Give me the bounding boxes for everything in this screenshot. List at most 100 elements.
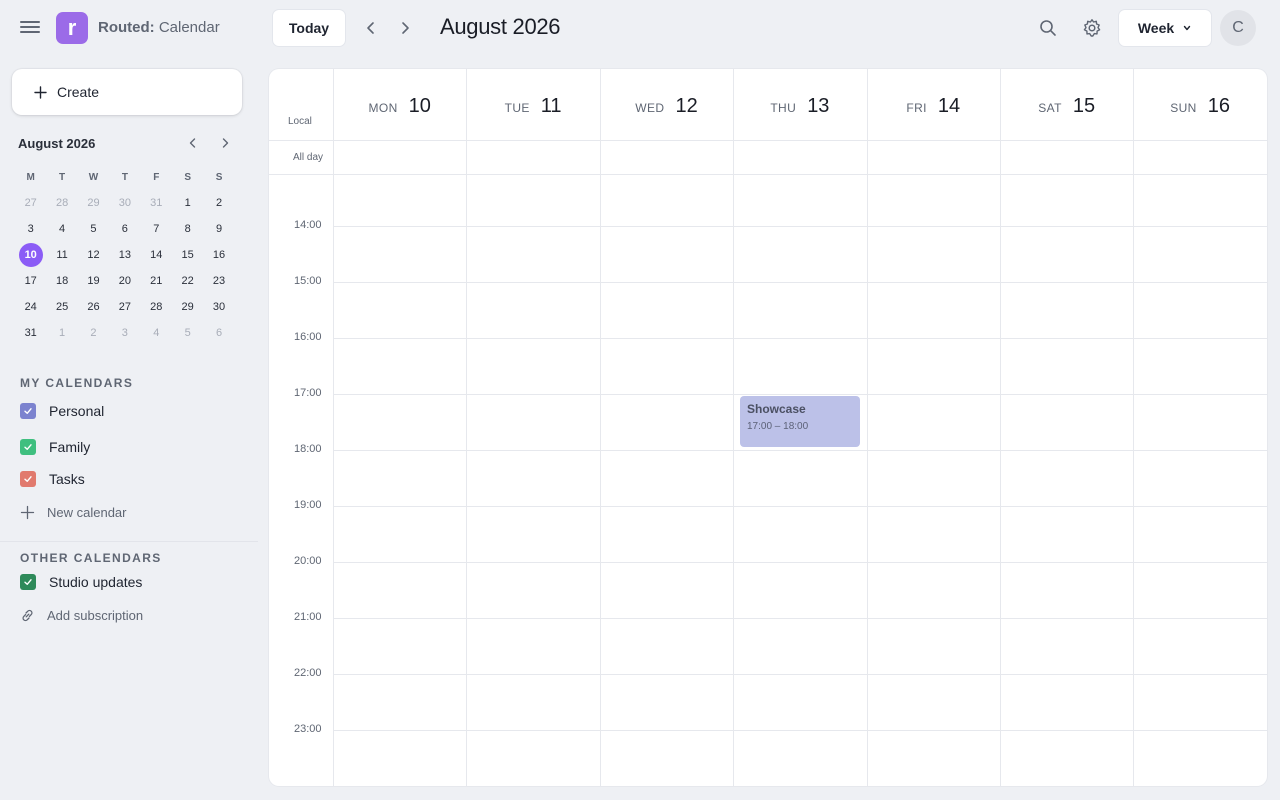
calendar-checkbox[interactable] bbox=[20, 574, 36, 590]
mini-calendar-day[interactable]: 4 bbox=[46, 217, 77, 241]
search-icon[interactable] bbox=[1038, 18, 1058, 38]
day-header-mon[interactable]: MON 10 bbox=[333, 95, 466, 118]
hour-label: 16:00 bbox=[294, 331, 322, 343]
app-brand: Routed: bbox=[98, 19, 155, 36]
all-day-label: All day bbox=[293, 152, 324, 163]
calendar-item-tasks[interactable]: Tasks bbox=[20, 471, 85, 487]
mini-calendar-day[interactable]: 1 bbox=[46, 321, 77, 345]
selected-day-marker: 10 bbox=[18, 243, 43, 267]
chevron-right-icon[interactable] bbox=[218, 136, 232, 150]
create-button[interactable]: Create bbox=[12, 69, 242, 115]
mini-calendar-day[interactable]: 13 bbox=[109, 243, 140, 267]
chevron-left-icon[interactable] bbox=[186, 136, 200, 150]
hour-label: 22:00 bbox=[294, 667, 322, 679]
calendar-checkbox[interactable] bbox=[20, 439, 36, 455]
avatar[interactable]: C bbox=[1220, 10, 1256, 46]
mini-calendar-day[interactable]: 27 bbox=[15, 191, 46, 215]
mini-calendar-day[interactable]: 29 bbox=[172, 295, 203, 319]
mini-calendar-day[interactable]: 9 bbox=[203, 217, 234, 241]
mini-calendar-day[interactable]: 12 bbox=[78, 243, 109, 267]
day-column-divider bbox=[466, 69, 468, 786]
mini-calendar-day[interactable]: 22 bbox=[172, 269, 203, 293]
day-header-fri[interactable]: FRI 14 bbox=[867, 95, 1000, 118]
mini-calendar-day[interactable]: 2 bbox=[203, 191, 234, 215]
hour-label: 17:00 bbox=[294, 387, 322, 399]
mini-calendar-day[interactable]: 30 bbox=[203, 295, 234, 319]
mini-calendar-day[interactable]: 3 bbox=[15, 217, 46, 241]
mini-calendar-day[interactable]: 3 bbox=[109, 321, 140, 345]
mini-calendar-day[interactable]: 30 bbox=[109, 191, 140, 215]
mini-calendar-day[interactable]: 18 bbox=[46, 269, 77, 293]
mini-calendar-day[interactable]: 10 bbox=[15, 243, 46, 267]
sidebar-divider bbox=[0, 541, 258, 542]
mini-calendar-day[interactable]: 2 bbox=[78, 321, 109, 345]
view-select-label: Week bbox=[1137, 20, 1175, 36]
day-header-weekday: SUN bbox=[1170, 101, 1197, 115]
mini-calendar-day[interactable]: 5 bbox=[78, 217, 109, 241]
mini-calendar: M T W T F S S 27 28 29 30 31 1 2 3 4 5 6 7 8 9 10 11 12 13 14 15 16… bbox=[15, 164, 235, 346]
day-header-sat[interactable]: SAT 15 bbox=[1000, 95, 1133, 118]
mini-calendar-weekdays: MTWTFSS bbox=[15, 164, 235, 190]
calendar-item-personal[interactable]: Personal bbox=[20, 403, 104, 419]
mini-calendar-day[interactable]: 28 bbox=[46, 191, 77, 215]
day-header-thu[interactable]: THU 13 bbox=[733, 95, 866, 118]
mini-calendar-day[interactable]: 28 bbox=[141, 295, 172, 319]
mini-calendar-day[interactable]: 4 bbox=[141, 321, 172, 345]
day-header-weekday: THU bbox=[770, 101, 797, 115]
mini-calendar-day[interactable]: 27 bbox=[109, 295, 140, 319]
calendar-checkbox[interactable] bbox=[20, 471, 36, 487]
new-calendar-button[interactable]: New calendar bbox=[20, 505, 127, 520]
day-header-wed[interactable]: WED 12 bbox=[600, 95, 733, 118]
calendar-checkbox[interactable] bbox=[20, 403, 36, 419]
hour-line bbox=[333, 506, 1267, 507]
mini-calendar-day[interactable]: 5 bbox=[172, 321, 203, 345]
plus-icon bbox=[34, 85, 47, 99]
menu-icon[interactable] bbox=[20, 18, 40, 38]
day-header-sun[interactable]: SUN 16 bbox=[1133, 95, 1266, 118]
week-grid: Local All day MON 10 TUE 11 WED 12 THU 13 FRI 14 S… bbox=[269, 69, 1267, 786]
check-icon bbox=[24, 444, 32, 450]
hour-line bbox=[333, 562, 1267, 563]
mini-calendar-day[interactable]: 11 bbox=[46, 243, 77, 267]
hour-label: 19:00 bbox=[294, 499, 322, 511]
mini-calendar-day[interactable]: 8 bbox=[172, 217, 203, 241]
add-subscription-button[interactable]: Add subscription bbox=[20, 608, 143, 623]
mini-calendar-day[interactable]: 23 bbox=[203, 269, 234, 293]
mini-calendar-day[interactable]: 21 bbox=[141, 269, 172, 293]
mini-calendar-day[interactable]: 20 bbox=[109, 269, 140, 293]
hour-line bbox=[333, 674, 1267, 675]
calendar-label: Family bbox=[49, 439, 91, 455]
day-header-weekday: MON bbox=[368, 101, 398, 115]
calendar-item-family[interactable]: Family bbox=[20, 439, 90, 455]
event-title: Showcase bbox=[747, 402, 806, 416]
calendar-item-studio-updates[interactable]: Studio updates bbox=[20, 574, 142, 590]
plus-icon bbox=[20, 505, 35, 520]
mini-calendar-day[interactable]: 25 bbox=[46, 295, 77, 319]
view-select[interactable]: Week bbox=[1119, 10, 1211, 46]
chevron-right-icon[interactable] bbox=[396, 19, 414, 37]
chevron-left-icon[interactable] bbox=[362, 19, 380, 37]
mini-calendar-day[interactable]: 31 bbox=[15, 321, 46, 345]
day-header-date: 13 bbox=[807, 95, 830, 117]
day-header-tue[interactable]: TUE 11 bbox=[466, 95, 599, 118]
mini-calendar-day[interactable]: 16 bbox=[203, 243, 234, 267]
mini-calendar-day[interactable]: 1 bbox=[172, 191, 203, 215]
day-header-date: 15 bbox=[1072, 95, 1096, 117]
my-calendars-heading: MY CALENDARS bbox=[20, 376, 134, 390]
mini-calendar-day[interactable]: 24 bbox=[15, 295, 46, 319]
mini-calendar-day[interactable]: 15 bbox=[172, 243, 203, 267]
mini-calendar-day[interactable]: 19 bbox=[78, 269, 109, 293]
mini-calendar-day[interactable]: 6 bbox=[203, 321, 234, 345]
mini-calendar-day[interactable]: 14 bbox=[141, 243, 172, 267]
mini-calendar-day[interactable]: 31 bbox=[141, 191, 172, 215]
gear-icon[interactable] bbox=[1082, 18, 1102, 38]
day-header-weekday: SAT bbox=[1038, 101, 1062, 115]
mini-calendar-day[interactable]: 29 bbox=[78, 191, 109, 215]
today-button[interactable]: Today bbox=[273, 10, 345, 46]
mini-calendar-day[interactable]: 6 bbox=[109, 217, 140, 241]
mini-calendar-day[interactable]: 7 bbox=[141, 217, 172, 241]
event-showcase[interactable]: Showcase 17:00 – 18:00 bbox=[740, 396, 860, 447]
mini-calendar-day[interactable]: 17 bbox=[15, 269, 46, 293]
check-icon bbox=[24, 408, 32, 414]
mini-calendar-day[interactable]: 26 bbox=[78, 295, 109, 319]
